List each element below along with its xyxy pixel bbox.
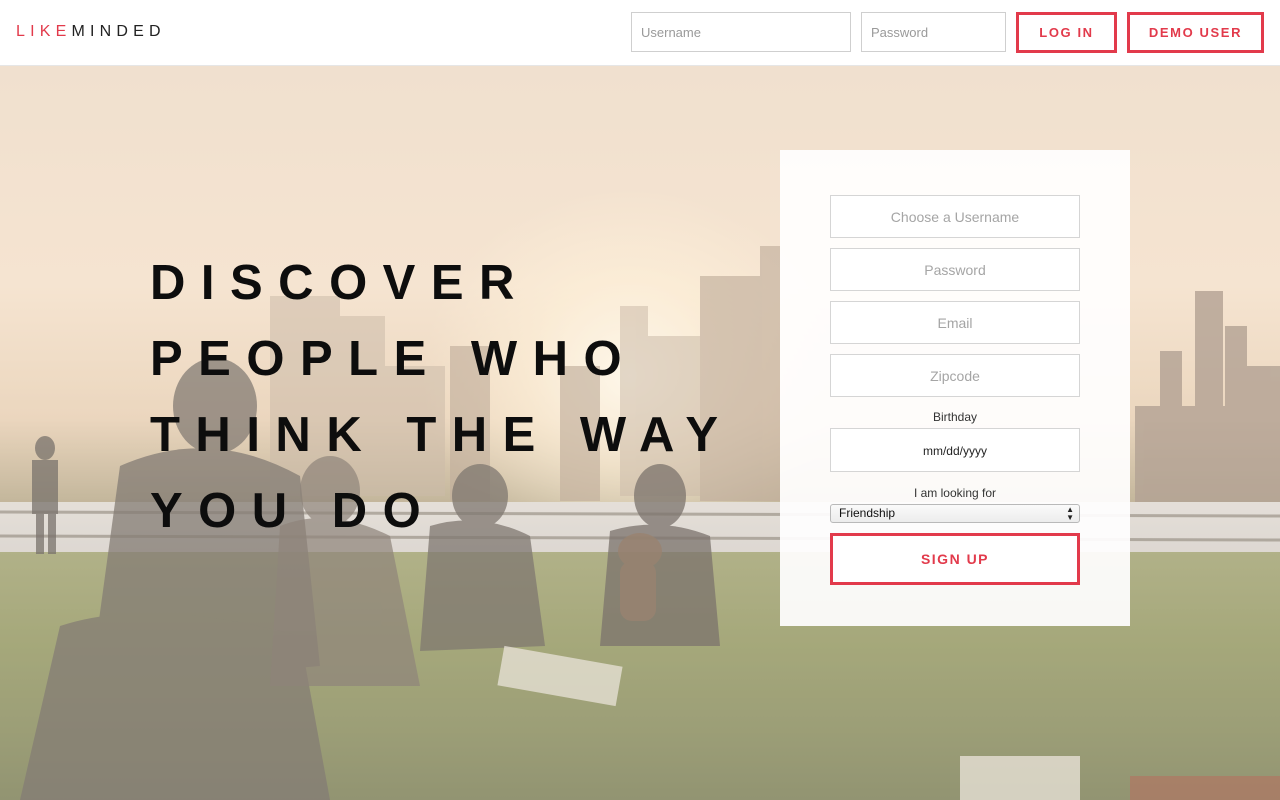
looking-for-label: I am looking for <box>913 486 997 500</box>
login-username-input[interactable] <box>631 12 851 52</box>
looking-for-value: Friendship <box>839 506 896 520</box>
hero-headline: DISCOVER PEOPLE WHO THINK THE WAY YOU DO <box>150 245 734 549</box>
signup-username-input[interactable] <box>830 195 1080 238</box>
headline-line-3: THINK THE WAY <box>150 408 734 462</box>
signup-email-input[interactable] <box>830 301 1080 344</box>
login-button[interactable]: LOG IN <box>1016 12 1117 53</box>
top-nav: LIKEMINDED LOG IN DEMO USER <box>0 0 1280 66</box>
logo-part-like: LIKE <box>16 23 72 40</box>
sign-up-button[interactable]: SIGN UP <box>830 533 1080 585</box>
demo-user-button[interactable]: DEMO USER <box>1127 12 1264 53</box>
signup-password-input[interactable] <box>830 248 1080 291</box>
birthday-date-input[interactable]: mm/dd/yyyy <box>830 428 1080 472</box>
brand-logo[interactable]: LIKEMINDED <box>16 24 166 40</box>
birthday-label: Birthday <box>932 410 978 424</box>
signup-form: Birthday mm/dd/yyyy I am looking for Fri… <box>780 150 1130 626</box>
logo-part-minded: MINDED <box>71 23 166 40</box>
headline-line-1: DISCOVER <box>150 256 530 310</box>
looking-for-select[interactable]: Friendship ▲ ▼ <box>830 504 1080 523</box>
select-arrows-icon: ▲ ▼ <box>1066 505 1074 522</box>
headline-line-4: YOU DO <box>150 484 437 538</box>
headline-line-2: PEOPLE WHO <box>150 332 638 386</box>
login-password-input[interactable] <box>861 12 1006 52</box>
signup-zipcode-input[interactable] <box>830 354 1080 397</box>
